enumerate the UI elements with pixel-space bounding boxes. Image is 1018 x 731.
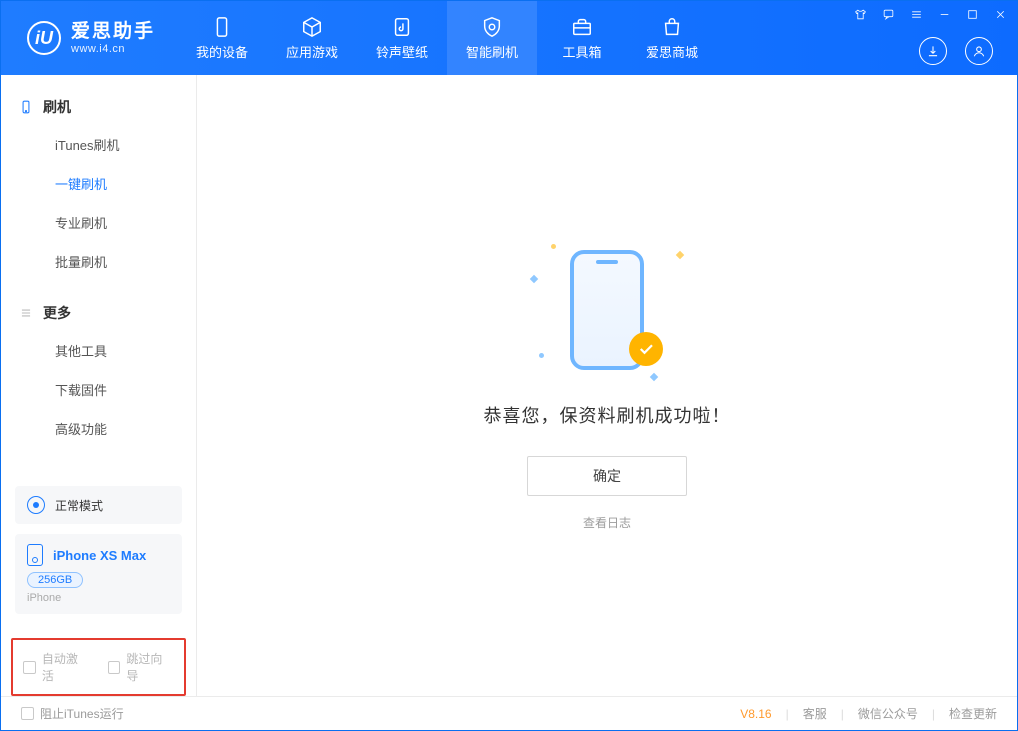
download-button[interactable] — [919, 37, 947, 65]
footer-link-support[interactable]: 客服 — [803, 705, 827, 722]
nav-store[interactable]: 爱思商城 — [627, 1, 717, 75]
main-panel: 恭喜您，保资料刷机成功啦！ 确定 查看日志 — [197, 75, 1017, 696]
logo-icon: iU — [27, 21, 61, 55]
sidebar-item-download-firmware[interactable]: 下载固件 — [1, 370, 196, 409]
header-right-actions — [919, 37, 993, 65]
footer-link-wechat[interactable]: 微信公众号 — [858, 705, 918, 722]
sidebar-bottom: 正常模式 iPhone XS Max 256GB iPhone — [1, 476, 196, 624]
top-nav: 我的设备 应用游戏 铃声壁纸 智能刷机 工具箱 爱思商城 — [177, 1, 717, 75]
dot-icon — [551, 244, 556, 249]
dot-icon — [539, 353, 544, 358]
sidebar-item-one-click-flash[interactable]: 一键刷机 — [1, 164, 196, 203]
check-badge-icon — [629, 332, 663, 366]
device-icon — [209, 16, 235, 38]
list-icon — [19, 306, 33, 320]
device-card[interactable]: iPhone XS Max 256GB iPhone — [15, 534, 182, 614]
sidebar-item-other-tools[interactable]: 其他工具 — [1, 331, 196, 370]
device-storage-badge: 256GB — [27, 572, 83, 588]
success-illustration — [527, 240, 687, 380]
menu-icon[interactable] — [909, 7, 923, 21]
cube-icon — [299, 16, 325, 38]
mode-icon — [27, 496, 45, 514]
close-button[interactable] — [993, 7, 1007, 21]
maximize-button[interactable] — [965, 7, 979, 21]
checkbox-icon — [21, 707, 34, 720]
toolbox-icon — [569, 16, 595, 38]
logo[interactable]: iU 爱思助手 www.i4.cn — [1, 1, 177, 75]
app-url: www.i4.cn — [71, 43, 155, 56]
sidebar-item-pro-flash[interactable]: 专业刷机 — [1, 203, 196, 242]
mode-card[interactable]: 正常模式 — [15, 486, 182, 524]
device-name: iPhone XS Max — [53, 548, 146, 563]
nav-ringtone-wallpaper[interactable]: 铃声壁纸 — [357, 1, 447, 75]
nav-smart-flash[interactable]: 智能刷机 — [447, 1, 537, 75]
app-window: iU 爱思助手 www.i4.cn 我的设备 应用游戏 铃声壁纸 智能刷机 — [0, 0, 1018, 731]
nav-my-device[interactable]: 我的设备 — [177, 1, 267, 75]
nav-toolbox[interactable]: 工具箱 — [537, 1, 627, 75]
sidebar: 刷机 iTunes刷机 一键刷机 专业刷机 批量刷机 更多 其他工具 下载固件 … — [1, 75, 197, 696]
footer-link-check-update[interactable]: 检查更新 — [949, 705, 997, 722]
sidebar-item-batch-flash[interactable]: 批量刷机 — [1, 242, 196, 281]
nav-apps-games[interactable]: 应用游戏 — [267, 1, 357, 75]
spark-icon — [650, 373, 658, 381]
version-label: V8.16 — [740, 707, 771, 721]
ok-button[interactable]: 确定 — [527, 456, 687, 496]
checkbox-icon — [108, 661, 121, 674]
shield-refresh-icon — [479, 16, 505, 38]
header: iU 爱思助手 www.i4.cn 我的设备 应用游戏 铃声壁纸 智能刷机 — [1, 1, 1017, 75]
phone-icon — [19, 100, 33, 114]
bag-icon — [659, 16, 685, 38]
sidebar-item-advanced[interactable]: 高级功能 — [1, 409, 196, 448]
checkbox-auto-activate[interactable]: 自动激活 — [23, 650, 90, 684]
window-controls — [853, 7, 1007, 21]
sidebar-group-more[interactable]: 更多 — [1, 295, 196, 331]
checkbox-skip-guide[interactable]: 跳过向导 — [108, 650, 175, 684]
app-name: 爱思助手 — [71, 21, 155, 43]
footer-right: V8.16 | 客服 | 微信公众号 | 检查更新 — [740, 705, 997, 722]
minimize-button[interactable] — [937, 7, 951, 21]
shirt-icon[interactable] — [853, 7, 867, 21]
view-log-link[interactable]: 查看日志 — [583, 514, 631, 531]
music-file-icon — [389, 16, 415, 38]
checkbox-block-itunes[interactable]: 阻止iTunes运行 — [21, 705, 124, 722]
checkbox-icon — [23, 661, 36, 674]
sidebar-group-flash[interactable]: 刷机 — [1, 89, 196, 125]
account-button[interactable] — [965, 37, 993, 65]
sidebar-item-itunes-flash[interactable]: iTunes刷机 — [1, 125, 196, 164]
body: 刷机 iTunes刷机 一键刷机 专业刷机 批量刷机 更多 其他工具 下载固件 … — [1, 75, 1017, 696]
feedback-icon[interactable] — [881, 7, 895, 21]
sidebar-scroll: 刷机 iTunes刷机 一键刷机 专业刷机 批量刷机 更多 其他工具 下载固件 … — [1, 75, 196, 476]
spark-icon — [530, 275, 538, 283]
spark-icon — [676, 251, 684, 259]
mode-label: 正常模式 — [55, 497, 103, 514]
highlighted-checkbox-row: 自动激活 跳过向导 — [11, 638, 186, 696]
device-phone-icon — [27, 544, 43, 566]
success-message: 恭喜您，保资料刷机成功啦！ — [484, 402, 731, 428]
footer: 阻止iTunes运行 V8.16 | 客服 | 微信公众号 | 检查更新 — [1, 696, 1017, 730]
device-type: iPhone — [27, 592, 170, 604]
